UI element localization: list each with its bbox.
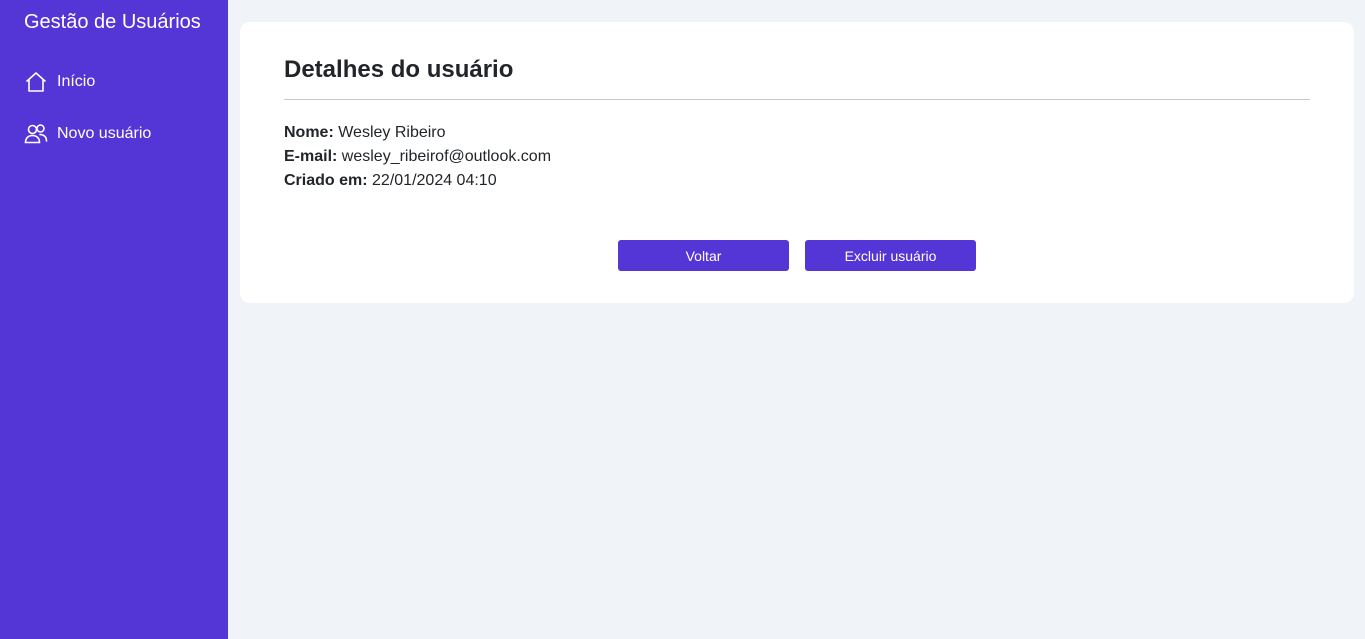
detail-label: E-mail:	[284, 148, 338, 165]
sidebar-item-label: Novo usuário	[57, 125, 152, 142]
user-details: Nome: Wesley Ribeiro E-mail: wesley_ribe…	[284, 121, 1310, 193]
back-button[interactable]: Voltar	[618, 240, 789, 271]
detail-value: wesley_ribeirof@outlook.com	[341, 148, 552, 165]
app: Gestão de Usuários Início Novo usuário D…	[0, 0, 1365, 639]
detail-value: 22/01/2024 04:10	[372, 172, 497, 189]
sidebar-item-inicio[interactable]: Início	[0, 69, 228, 95]
detail-value: Wesley Ribeiro	[338, 124, 446, 141]
detail-label: Criado em:	[284, 172, 368, 189]
actions: Voltar Excluir usuário	[284, 240, 1310, 271]
detail-row-criado-em: Criado em: 22/01/2024 04:10	[284, 169, 1310, 193]
app-title: Gestão de Usuários	[24, 11, 201, 33]
home-icon	[24, 70, 48, 94]
users-icon	[24, 122, 48, 146]
delete-user-button[interactable]: Excluir usuário	[805, 240, 976, 271]
sidebar: Gestão de Usuários Início Novo usuário	[0, 0, 228, 639]
detail-row-nome: Nome: Wesley Ribeiro	[284, 121, 1310, 145]
sidebar-item-label: Início	[57, 73, 96, 90]
user-details-card: Detalhes do usuário Nome: Wesley Ribeiro…	[240, 22, 1354, 303]
detail-row-email: E-mail: wesley_ribeirof@outlook.com	[284, 145, 1310, 169]
detail-label: Nome:	[284, 124, 334, 141]
main-content: Detalhes do usuário Nome: Wesley Ribeiro…	[228, 0, 1365, 639]
sidebar-item-novo-usuario[interactable]: Novo usuário	[0, 121, 228, 147]
page-title: Detalhes do usuário	[284, 54, 1310, 100]
